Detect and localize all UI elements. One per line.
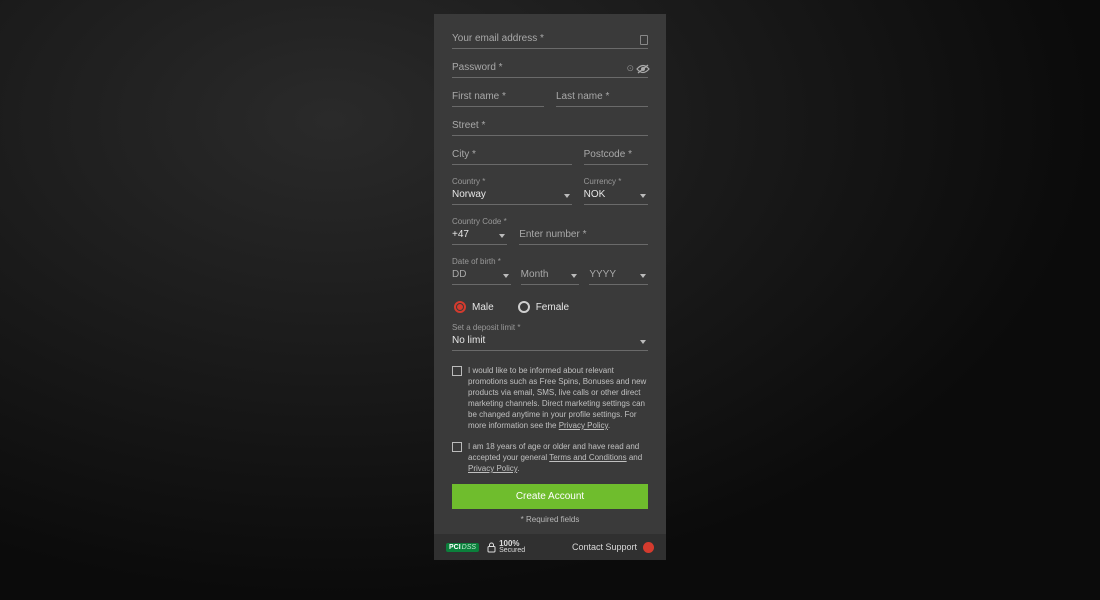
placeholder-label: Your email address * — [452, 32, 544, 46]
radio-label: Female — [536, 302, 569, 313]
key-icon: ⊙ — [626, 63, 634, 74]
postcode-field[interactable]: Postcode * — [584, 148, 648, 165]
city-field[interactable]: City * — [452, 148, 572, 165]
eye-off-icon[interactable] — [636, 64, 650, 74]
registration-form: Your email address * Password * ⊙ First … — [434, 14, 666, 560]
dob-label: Date of birth * — [452, 257, 648, 266]
radio-label: Male — [472, 302, 494, 313]
modal-footer: PCIDSS 100% Secured Contact Support — [434, 534, 666, 560]
terms-link[interactable]: Terms and Conditions — [549, 453, 626, 462]
marketing-text: I would like to be informed about releva… — [468, 365, 648, 431]
placeholder-label: Password * — [452, 61, 503, 75]
contact-card-icon — [640, 35, 648, 45]
chevron-down-icon — [640, 274, 646, 278]
currency-label: Currency * — [584, 177, 648, 186]
radio-circle-icon — [454, 301, 466, 313]
support-section: Contact Support — [572, 542, 654, 553]
age-text: I am 18 years of age or older and have r… — [468, 441, 648, 474]
radio-circle-icon — [518, 301, 530, 313]
age-consent-row: I am 18 years of age or older and have r… — [452, 441, 648, 474]
placeholder-label: Postcode * — [584, 148, 632, 162]
country-code-dropdown[interactable]: +47 — [452, 228, 507, 245]
chevron-down-icon — [503, 274, 509, 278]
selected-value: NOK — [584, 188, 606, 202]
selected-value: Norway — [452, 188, 486, 202]
lock-icon — [487, 542, 496, 553]
placeholder-label: City * — [452, 148, 476, 162]
create-account-button[interactable]: Create Account — [452, 484, 648, 509]
deposit-limit-label: Set a deposit limit * — [452, 323, 648, 332]
selected-value: No limit — [452, 334, 485, 348]
required-fields-note: * Required fields — [452, 515, 648, 524]
country-dropdown[interactable]: Norway — [452, 188, 572, 205]
marketing-checkbox[interactable] — [452, 366, 462, 376]
privacy-policy-link[interactable]: Privacy Policy — [559, 421, 608, 430]
selected-value: +47 — [452, 228, 469, 242]
country-code-label: Country Code * — [452, 217, 507, 226]
placeholder-label: Street * — [452, 119, 485, 133]
password-field[interactable]: Password * ⊙ — [452, 61, 648, 78]
placeholder-label: Last name * — [556, 90, 609, 104]
chevron-down-icon — [564, 194, 570, 198]
phone-number-field[interactable]: Enter number * — [519, 228, 648, 245]
gender-radio-group: Male Female — [454, 301, 648, 313]
chevron-down-icon — [499, 234, 505, 238]
dob-month-dropdown[interactable]: Month — [521, 268, 580, 285]
chevron-down-icon — [571, 274, 577, 278]
pci-dss-badge: PCIDSS — [446, 543, 479, 552]
chevron-down-icon — [640, 340, 646, 344]
contact-support-link[interactable]: Contact Support — [572, 542, 637, 552]
gender-male-radio[interactable]: Male — [454, 301, 494, 313]
chevron-down-icon — [640, 194, 646, 198]
age-checkbox[interactable] — [452, 442, 462, 452]
dob-year-dropdown[interactable]: YYYY — [589, 268, 648, 285]
country-label: Country * — [452, 177, 572, 186]
placeholder-label: Month — [521, 268, 549, 282]
security-badges: PCIDSS 100% Secured — [446, 540, 525, 554]
marketing-consent-row: I would like to be informed about releva… — [452, 365, 648, 431]
secured-badge: 100% Secured — [487, 540, 525, 554]
placeholder-label: DD — [452, 268, 466, 282]
placeholder-label: Enter number * — [519, 228, 586, 242]
gender-female-radio[interactable]: Female — [518, 301, 569, 313]
placeholder-label: First name * — [452, 90, 506, 104]
first-name-field[interactable]: First name * — [452, 90, 544, 107]
placeholder-label: YYYY — [589, 268, 616, 282]
last-name-field[interactable]: Last name * — [556, 90, 648, 107]
currency-dropdown[interactable]: NOK — [584, 188, 648, 205]
privacy-policy-link-2[interactable]: Privacy Policy — [468, 464, 517, 473]
deposit-limit-dropdown[interactable]: No limit — [452, 334, 648, 351]
dob-day-dropdown[interactable]: DD — [452, 268, 511, 285]
support-chat-icon[interactable] — [643, 542, 654, 553]
street-field[interactable]: Street * — [452, 119, 648, 136]
email-field[interactable]: Your email address * — [452, 32, 648, 49]
